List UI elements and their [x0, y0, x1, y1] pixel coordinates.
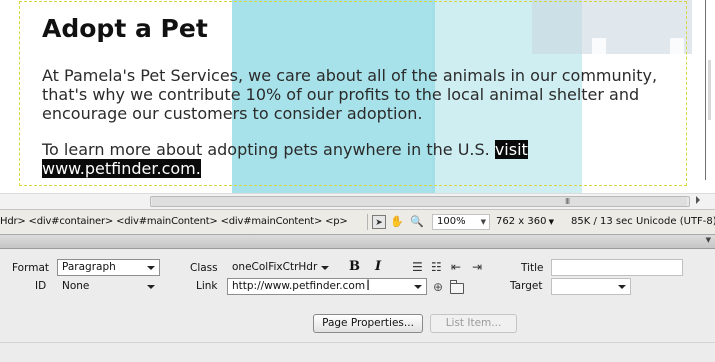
- zoom-select[interactable]: 100% ▼: [432, 214, 490, 230]
- chevron-down-icon: [321, 266, 329, 270]
- paragraph-learn-more[interactable]: To learn more about adopting pets anywhe…: [42, 140, 662, 178]
- bold-button[interactable]: B: [349, 259, 360, 274]
- scrollbar-grip: III: [565, 197, 570, 206]
- chevron-down-icon: [618, 285, 626, 289]
- format-select[interactable]: Paragraph: [57, 259, 160, 276]
- design-view[interactable]: Adopt a Pet At Pamela's Pet Services, we…: [0, 0, 715, 193]
- class-value: oneColFixCtrHdr: [232, 261, 318, 273]
- content-edge-line: [705, 0, 706, 180]
- window-size-value: 762 x 360: [496, 216, 547, 227]
- status-bar: Hdr> <div#container> <div#mainContent> <…: [0, 209, 715, 235]
- hand-tool-icon[interactable]: ✋: [390, 215, 404, 229]
- horizontal-scrollbar[interactable]: III: [0, 193, 715, 209]
- format-value: Paragraph: [62, 261, 116, 273]
- class-label: Class: [190, 262, 218, 274]
- text-cursor-icon: I: [366, 278, 371, 294]
- encoding: Unicode (UTF-8): [636, 216, 715, 227]
- indent-icon[interactable]: ⇥: [472, 260, 482, 274]
- scrollbar-thumb[interactable]: III: [152, 197, 687, 206]
- page-heading[interactable]: Adopt a Pet: [42, 14, 208, 43]
- vertical-scroll-indicator: [708, 60, 711, 120]
- title-label: Title: [521, 262, 544, 274]
- download-time: 85K / 13 sec: [571, 216, 633, 227]
- link-value: http://www.petfinder.com: [232, 280, 366, 292]
- zoom-tool-icon[interactable]: 🔍: [410, 215, 424, 229]
- chevron-down-icon: [147, 266, 155, 270]
- paragraph-adoption[interactable]: At Pamela's Pet Services, we care about …: [42, 66, 662, 123]
- id-label: ID: [35, 280, 47, 292]
- ordered-list-icon[interactable]: ☷: [431, 260, 442, 274]
- italic-button[interactable]: I: [375, 259, 381, 274]
- window-size[interactable]: 762 x 360 ▼: [496, 216, 554, 227]
- title-input[interactable]: [551, 259, 683, 276]
- class-select[interactable]: oneColFixCtrHdr: [227, 259, 334, 276]
- link-label: Link: [196, 280, 218, 292]
- paragraph-learn-more-text[interactable]: To learn more about adopting pets anywhe…: [42, 140, 495, 159]
- unordered-list-icon[interactable]: ☰: [412, 260, 423, 274]
- page-properties-button[interactable]: Page Properties...: [313, 314, 423, 333]
- list-item-button[interactable]: List Item...: [430, 314, 517, 333]
- format-label: Format: [12, 262, 50, 274]
- target-select[interactable]: [551, 278, 631, 295]
- outdent-icon[interactable]: ⇤: [451, 260, 461, 274]
- collapse-arrow-icon[interactable]: ▼: [706, 236, 711, 244]
- target-label: Target: [510, 280, 543, 292]
- scroll-right-arrow-icon[interactable]: [696, 196, 700, 204]
- chevron-down-icon: ▼: [480, 218, 486, 226]
- chevron-down-icon[interactable]: [414, 285, 422, 289]
- chevron-down-icon: ▼: [546, 218, 555, 226]
- properties-panel-header[interactable]: ▼: [0, 235, 715, 249]
- property-inspector: Format Paragraph ID None Class oneColFix…: [0, 249, 715, 362]
- chevron-down-icon: [147, 285, 155, 289]
- select-tool-icon[interactable]: ➤: [372, 215, 386, 229]
- point-to-file-icon[interactable]: ⊕: [433, 280, 443, 294]
- divider: [0, 342, 715, 343]
- browse-folder-icon[interactable]: [450, 283, 464, 294]
- id-select[interactable]: None: [57, 278, 160, 295]
- id-value: None: [62, 280, 90, 292]
- zoom-value: 100%: [437, 216, 466, 227]
- divider: [367, 214, 368, 230]
- tag-selector[interactable]: Hdr> <div#container> <div#mainContent> <…: [0, 216, 348, 227]
- link-input[interactable]: http://www.petfinder.com: [227, 278, 427, 295]
